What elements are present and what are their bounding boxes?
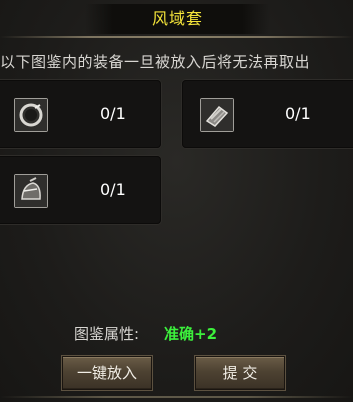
equipment-slot-helmet[interactable]: 0/1	[0, 156, 161, 224]
slot-count: 0/1	[100, 180, 126, 199]
bracer-icon	[200, 98, 234, 132]
attribute-value: 准确+2	[164, 325, 218, 343]
collection-panel: 风域套 以下图鉴内的装备一旦被放入后将无法再取出 0/1 0/1 0/1 图鉴属…	[0, 0, 353, 402]
attribute-label: 图鉴属性:	[74, 325, 140, 343]
equipment-slot-ring[interactable]: 0/1	[0, 80, 161, 148]
slot-count: 0/1	[285, 104, 311, 123]
notice-label: 以下图鉴内的装备一旦被放入后将无法再取出	[0, 53, 311, 71]
helmet-icon	[14, 174, 48, 208]
panel-title: 风域套	[85, 4, 270, 34]
ring-icon	[14, 98, 48, 132]
bottom-divider	[0, 396, 353, 398]
title-divider	[0, 36, 353, 38]
put-all-button[interactable]: 一键放入	[62, 356, 152, 390]
equipment-slot-bracer[interactable]: 0/1	[182, 80, 353, 148]
submit-button[interactable]: 提 交	[195, 356, 285, 390]
slot-count: 0/1	[100, 104, 126, 123]
notice-text: 以下图鉴内的装备一旦被放入后将无法再取出	[0, 50, 353, 74]
